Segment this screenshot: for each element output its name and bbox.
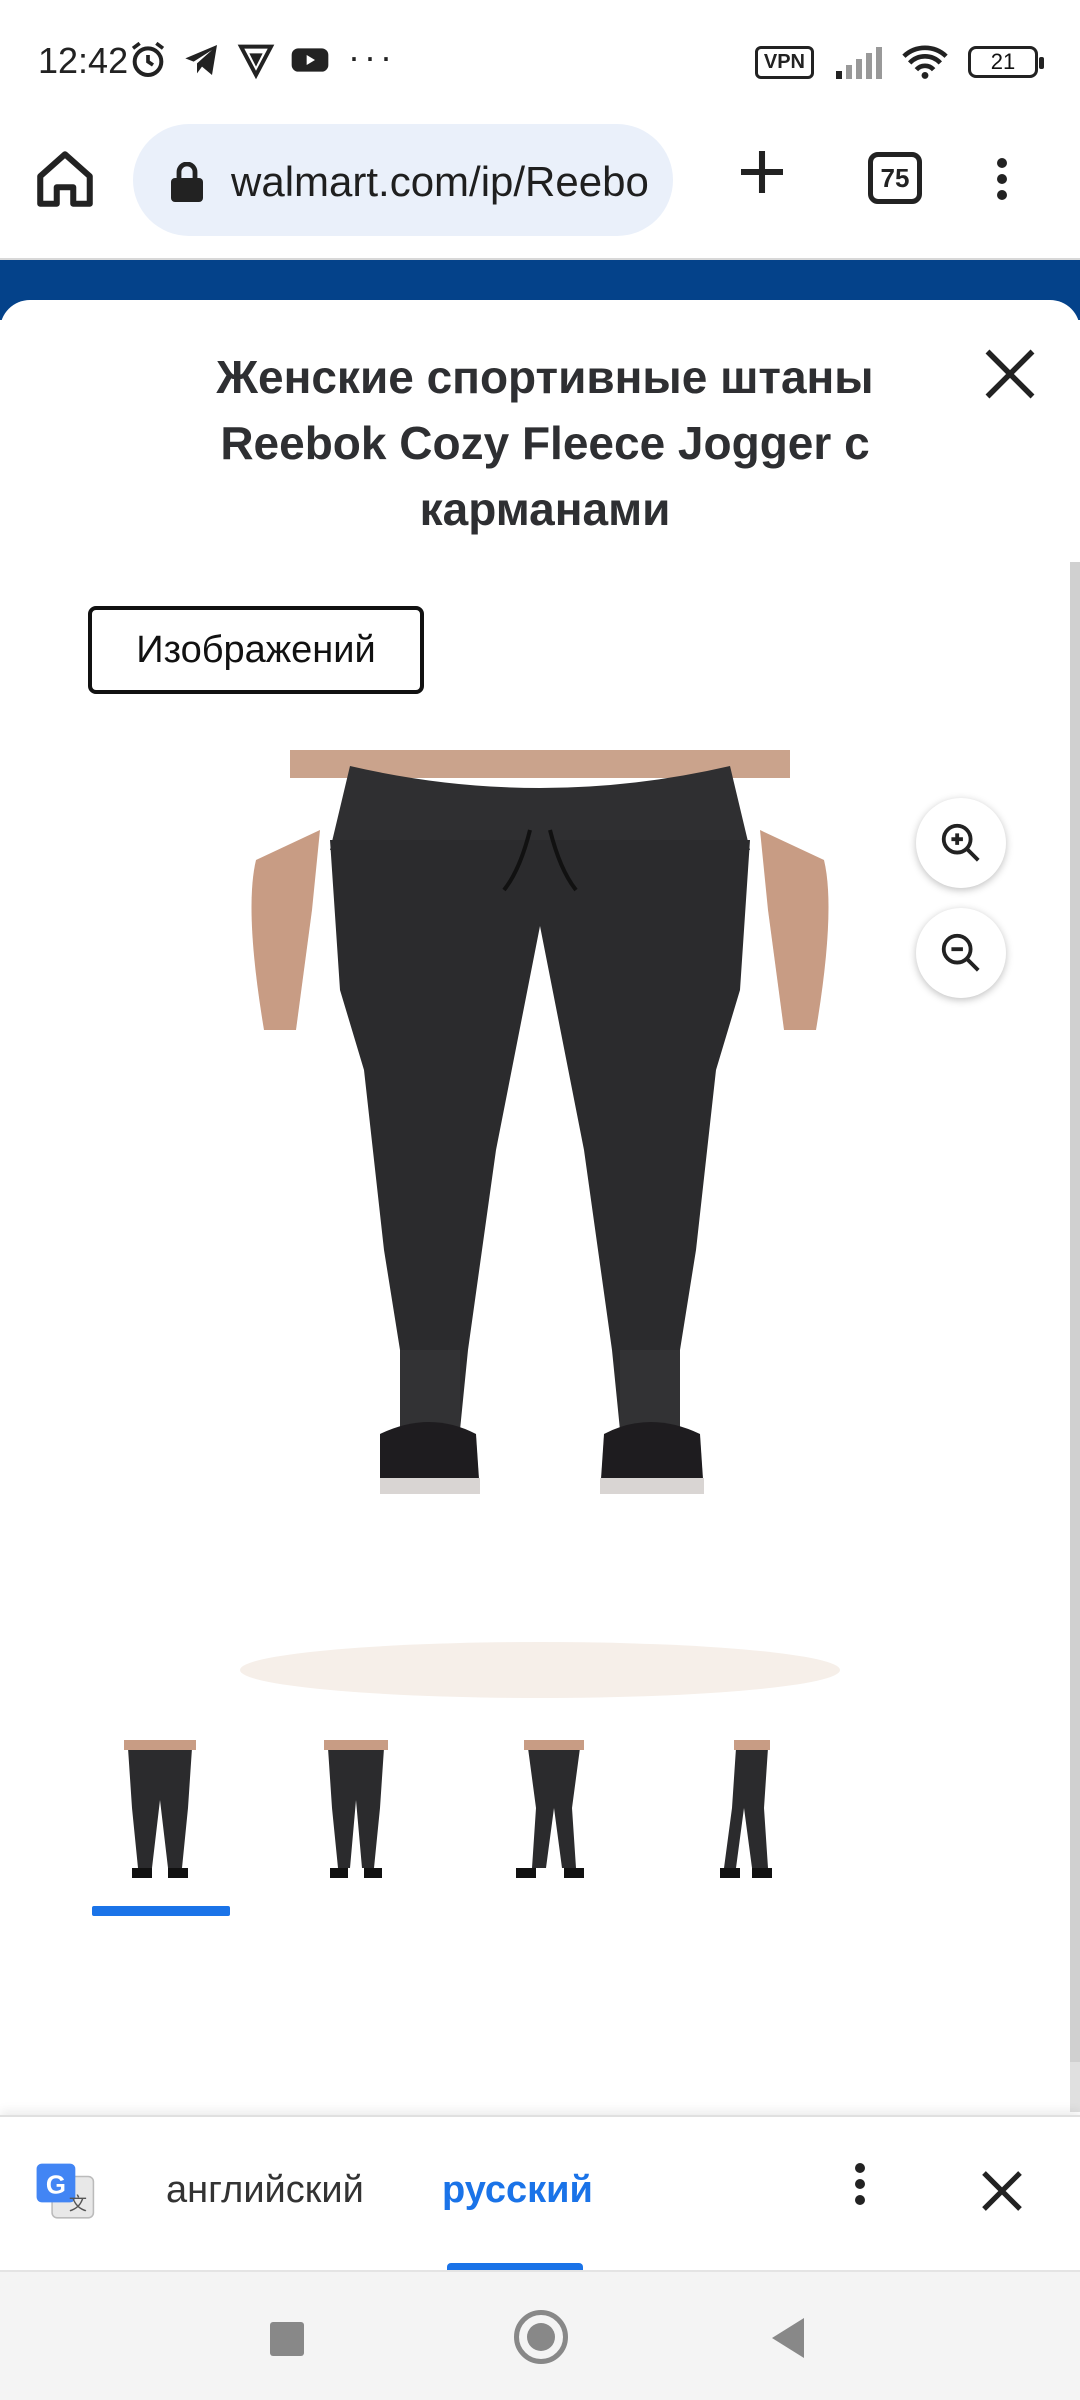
close-icon[interactable] xyxy=(980,344,1040,404)
modal-title: Женские спортивные штаны Reebok Cozy Fle… xyxy=(216,351,874,535)
menu-dot xyxy=(855,2195,865,2205)
source-language-tab[interactable]: английский xyxy=(166,2169,364,2212)
zoom-in-icon xyxy=(941,823,980,862)
status-bar: 12:42 ··· VPN 21 xyxy=(0,0,1080,120)
google-translate-icon: G 文 xyxy=(36,2163,95,2219)
url-bar[interactable]: walmart.com/ip/Reebok xyxy=(133,124,673,236)
plus-icon xyxy=(741,151,783,193)
target-language-tab[interactable]: русский xyxy=(442,2169,593,2212)
wifi-icon xyxy=(902,45,948,79)
vpn-badge: VPN xyxy=(754,45,814,79)
tab-switcher-button[interactable]: 75 xyxy=(868,152,922,204)
thumbnail-selected-indicator xyxy=(92,1906,230,1916)
thumbnail-profile[interactable] xyxy=(680,1740,816,1890)
product-main-image xyxy=(240,750,840,1698)
thumbnail-strip xyxy=(92,1740,832,1920)
zoom-out-icon xyxy=(941,933,980,972)
menu-dot xyxy=(855,2179,865,2189)
translate-options-button[interactable] xyxy=(845,2157,875,2227)
menu-dot xyxy=(997,190,1007,200)
telegram-icon xyxy=(185,45,217,75)
back-button[interactable] xyxy=(772,2318,804,2358)
thumbnail-side[interactable] xyxy=(484,1740,620,1890)
thumbnail-front-alt[interactable] xyxy=(288,1740,424,1890)
images-tab[interactable]: Изображений xyxy=(88,606,424,694)
browser-menu-button[interactable] xyxy=(982,152,1022,212)
svg-text:G: G xyxy=(46,2171,66,2199)
youtube-icon xyxy=(291,48,329,72)
signal-icon xyxy=(836,47,882,79)
battery-icon: 21 xyxy=(968,46,1044,78)
home-icon[interactable] xyxy=(32,146,98,212)
svg-text:文: 文 xyxy=(69,2194,87,2215)
menu-dot xyxy=(997,174,1007,184)
url-text: walmart.com/ip/Reebok xyxy=(231,158,651,205)
vpn-shield-icon xyxy=(237,44,275,80)
status-more-icon: ··· xyxy=(348,36,396,77)
browser-toolbar: walmart.com/ip/Reebok 75 xyxy=(0,120,1080,260)
new-tab-button[interactable] xyxy=(734,144,790,214)
lock-icon xyxy=(171,162,203,202)
modal-scrollbar-thumb[interactable] xyxy=(1070,562,1080,2062)
menu-dot xyxy=(997,158,1007,168)
recent-apps-button[interactable] xyxy=(270,2322,304,2356)
thumbnail-front[interactable] xyxy=(92,1740,228,1890)
home-nav-button[interactable] xyxy=(514,2310,568,2364)
zoom-out-button[interactable] xyxy=(916,908,1006,998)
zoom-in-button[interactable] xyxy=(916,798,1006,888)
product-image-modal: Женские спортивные штаны Reebok Cozy Fle… xyxy=(0,300,1080,2115)
menu-dot xyxy=(855,2163,865,2173)
close-translate-icon[interactable] xyxy=(978,2167,1026,2215)
status-system-icons: VPN 21 xyxy=(754,44,1044,80)
status-notification-icons xyxy=(128,40,330,80)
status-time: 12:42 xyxy=(38,40,129,81)
system-nav-bar xyxy=(0,2270,1080,2400)
translate-bar: G 文 английский русский xyxy=(0,2115,1080,2272)
alarm-icon xyxy=(131,41,165,77)
